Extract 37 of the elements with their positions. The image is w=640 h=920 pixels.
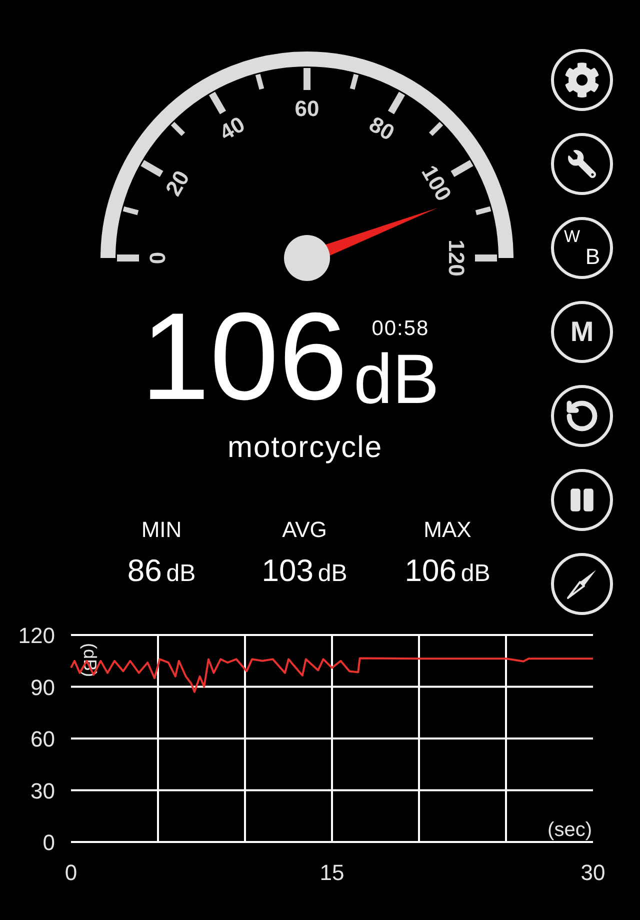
gauge-label: 100 — [416, 161, 457, 206]
stat-value: 86 dB — [127, 555, 196, 586]
axis-label: (sec) — [548, 819, 592, 841]
tick-label: 30 — [30, 778, 55, 804]
pause-icon — [569, 487, 595, 513]
tick-label: 120 — [18, 623, 55, 648]
sound-description: motorcycle — [227, 433, 383, 464]
tick-label: 0 — [42, 830, 55, 855]
gauge-label: 80 — [365, 111, 399, 146]
decibel-reading: 106 — [140, 308, 348, 408]
mode-button[interactable]: W B — [551, 217, 613, 279]
button-label: W — [564, 228, 580, 245]
tick-label: 90 — [30, 674, 55, 700]
stat-label: MAX — [424, 519, 472, 542]
gauge-label: 120 — [444, 240, 470, 276]
compass-icon — [566, 568, 598, 600]
reset-icon — [565, 399, 599, 433]
settings-icon — [564, 62, 600, 98]
stat-value: 103 dB — [262, 555, 348, 586]
stat-value: 106 dB — [404, 555, 490, 586]
gauge-label: 20 — [160, 166, 194, 200]
gauge-label: 0 — [144, 252, 170, 264]
wrench-icon — [568, 150, 596, 178]
stat-label: MIN — [141, 519, 182, 542]
mode-button[interactable]: M — [551, 301, 613, 363]
needle-pivot — [284, 235, 330, 281]
tick-label: 15 — [320, 860, 344, 885]
elapsed-time: 00:58 — [372, 318, 430, 340]
button-label: B — [585, 246, 600, 268]
stat-label: AVG — [282, 519, 327, 542]
decibel-unit: dB — [354, 351, 440, 408]
tick-label: 0 — [64, 860, 78, 885]
button-label: M — [570, 318, 594, 346]
tick-label: 60 — [30, 726, 55, 752]
gauge-label: 60 — [294, 96, 320, 121]
gauge-label: 40 — [215, 111, 249, 146]
tick-label: 30 — [580, 860, 606, 885]
